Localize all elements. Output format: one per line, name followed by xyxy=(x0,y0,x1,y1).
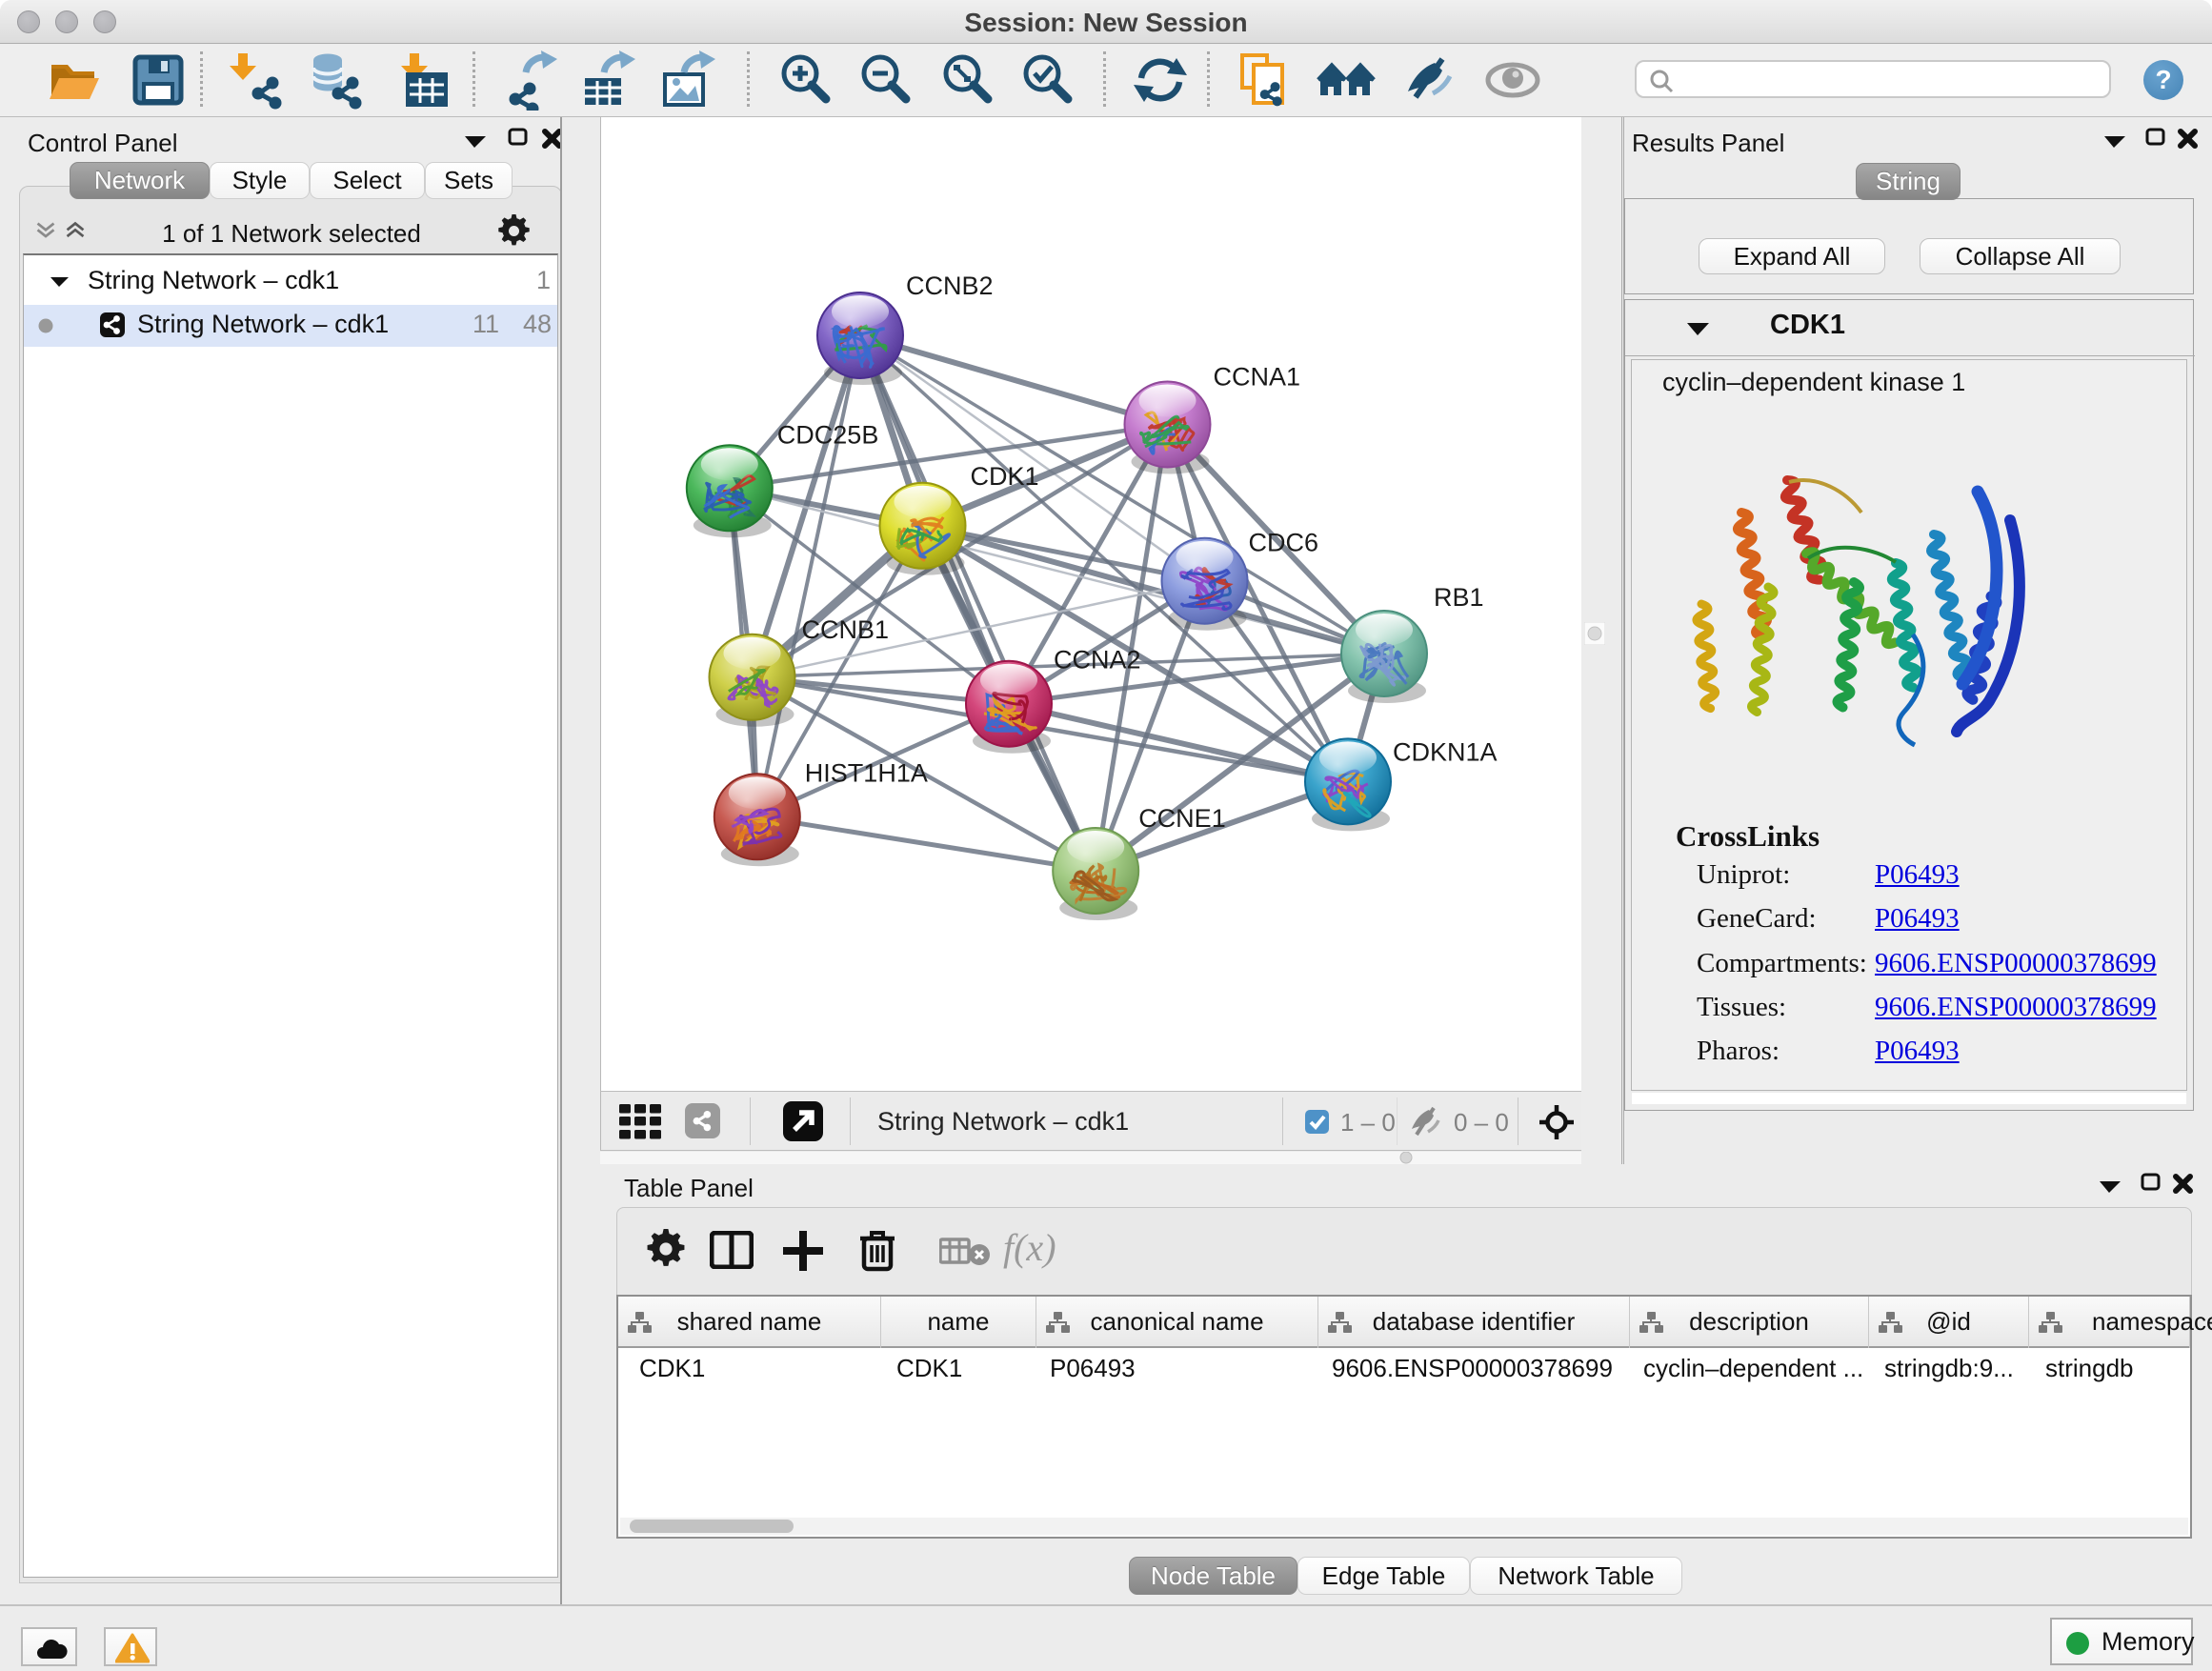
svg-text:RB1: RB1 xyxy=(1434,583,1484,612)
svg-text:CDC25B: CDC25B xyxy=(777,420,879,449)
svg-text:CCNA2: CCNA2 xyxy=(1054,646,1141,674)
svg-text:CCNB2: CCNB2 xyxy=(906,272,994,300)
svg-text:CDK1: CDK1 xyxy=(971,462,1039,491)
svg-text:CDC6: CDC6 xyxy=(1249,529,1319,557)
svg-text:HIST1H1A: HIST1H1A xyxy=(805,758,928,787)
svg-text:CDKN1A: CDKN1A xyxy=(1393,737,1498,766)
svg-text:CCNE1: CCNE1 xyxy=(1138,804,1226,833)
svg-text:CCNB1: CCNB1 xyxy=(802,615,890,644)
svg-text:CCNA1: CCNA1 xyxy=(1214,363,1301,392)
